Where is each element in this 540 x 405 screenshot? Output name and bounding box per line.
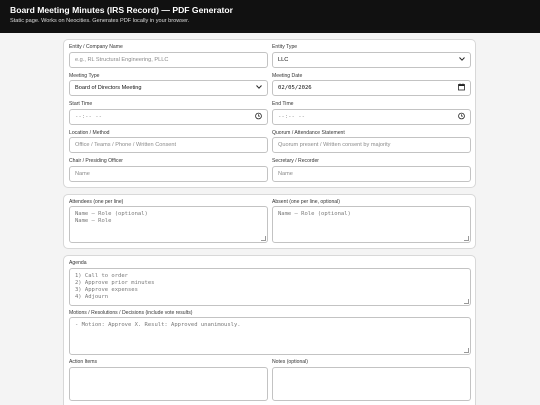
attendees-textarea[interactable]: Name — Role (optional) Name — Role — [69, 206, 268, 243]
agenda-label: Agenda — [69, 260, 87, 266]
resize-handle-icon[interactable] — [261, 236, 266, 241]
meeting-date-input[interactable]: 02/05/2026 — [272, 80, 471, 96]
clock-icon[interactable] — [458, 112, 465, 121]
location-label: Location / Method — [69, 129, 110, 136]
absent-placeholder: Name — Role (optional) — [278, 211, 351, 217]
page-header: Board Meeting Minutes (IRS Record) — PDF… — [0, 0, 540, 33]
notes-label: Notes (optional) — [272, 359, 308, 365]
motions-label: Motions / Resolutions / Decisions (inclu… — [69, 309, 193, 316]
quorum-input[interactable]: Quorum present / Written consent by majo… — [272, 137, 471, 153]
entity-type-select[interactable]: LLC — [272, 51, 471, 68]
agenda-card: Agenda 1) Call to order 2) Approve prior… — [63, 255, 476, 405]
meeting-type-value: Board of Directors Meeting — [75, 85, 142, 91]
secretary-input[interactable]: Name — [272, 165, 471, 182]
action-items-field: Action Items — [69, 359, 268, 401]
motions-placeholder: - Motion: Approve X. Result: Approved un… — [75, 322, 241, 328]
chair-placeholder: Name — [75, 170, 90, 177]
main-content: Entity / Company Name e.g., RL Structura… — [0, 33, 540, 405]
resize-handle-icon[interactable] — [464, 348, 469, 353]
end-time-label: End Time — [272, 101, 294, 107]
start-time-input[interactable]: --:-- -- — [69, 108, 268, 125]
quorum-field: Quorum / Attendance Statement Quorum pre… — [272, 129, 471, 153]
meeting-type-label: Meeting Type — [69, 72, 100, 79]
entity-name-placeholder: e.g., RL Structural Engineering, PLLC — [75, 56, 169, 63]
entity-name-field: Entity / Company Name e.g., RL Structura… — [69, 44, 268, 68]
absent-label: Absent (one per line, optional) — [272, 198, 340, 205]
absent-field: Absent (one per line, optional) Name — R… — [272, 198, 471, 243]
attendees-field: Attendees (one per line) Name — Role (op… — [69, 198, 268, 243]
end-time-field: End Time --:-- -- — [272, 101, 471, 125]
meeting-type-field: Meeting Type Board of Directors Meeting — [69, 72, 268, 96]
motions-field: Motions / Resolutions / Decisions (inclu… — [69, 309, 471, 355]
chair-field: Chair / Presiding Officer Name — [69, 158, 268, 182]
clock-icon[interactable] — [255, 112, 262, 121]
meeting-basics-card: Entity / Company Name e.g., RL Structura… — [63, 39, 476, 188]
secretary-label: Secretary / Recorder — [272, 158, 319, 164]
meeting-date-field: Meeting Date 02/05/2026 — [272, 72, 471, 96]
start-time-value: --:-- -- — [75, 113, 102, 120]
page-subtitle: Static page. Works on Neocities. Generat… — [10, 18, 190, 24]
attendees-placeholder: Name — Role (optional) Name — Role — [75, 211, 148, 225]
chevron-down-icon — [459, 56, 465, 63]
resize-handle-icon[interactable] — [464, 298, 469, 304]
attendees-label: Attendees (one per line) — [69, 198, 124, 205]
calendar-icon[interactable] — [458, 83, 465, 93]
notes-field: Notes (optional) — [272, 359, 471, 401]
motions-textarea[interactable]: - Motion: Approve X. Result: Approved un… — [69, 317, 471, 355]
entity-type-field: Entity Type LLC — [272, 44, 471, 68]
location-field: Location / Method Office / Teams / Phone… — [69, 129, 268, 153]
start-time-label: Start Time — [69, 101, 93, 107]
meeting-date-value: 02/05/2026 — [278, 85, 312, 91]
entity-name-input[interactable]: e.g., RL Structural Engineering, PLLC — [69, 51, 268, 68]
agenda-field: Agenda 1) Call to order 2) Approve prior… — [69, 260, 471, 306]
action-items-label: Action Items — [69, 359, 98, 365]
notes-textarea[interactable] — [272, 366, 471, 401]
page-title: Board Meeting Minutes (IRS Record) — PDF… — [10, 5, 233, 15]
resize-handle-icon[interactable] — [464, 236, 469, 241]
location-input[interactable]: Office / Teams / Phone / Written Consent — [69, 137, 268, 153]
action-items-textarea[interactable] — [69, 366, 268, 401]
quorum-placeholder: Quorum present / Written consent by majo… — [278, 142, 391, 148]
chair-label: Chair / Presiding Officer — [69, 158, 123, 164]
start-time-field: Start Time --:-- -- — [69, 101, 268, 125]
end-time-input[interactable]: --:-- -- — [272, 108, 471, 125]
secretary-field: Secretary / Recorder Name — [272, 158, 471, 182]
agenda-placeholder: 1) Call to order 2) Approve prior minute… — [75, 272, 155, 301]
end-time-value: --:-- -- — [278, 113, 305, 120]
location-placeholder: Office / Teams / Phone / Written Consent — [75, 142, 177, 148]
meeting-date-label: Meeting Date — [272, 72, 303, 79]
entity-name-label: Entity / Company Name — [69, 44, 123, 50]
absent-textarea[interactable]: Name — Role (optional) — [272, 206, 471, 243]
quorum-label: Quorum / Attendance Statement — [272, 129, 345, 136]
attendance-card: Attendees (one per line) Name — Role (op… — [63, 193, 476, 249]
agenda-textarea[interactable]: 1) Call to order 2) Approve prior minute… — [69, 267, 471, 306]
meeting-type-select[interactable]: Board of Directors Meeting — [69, 80, 268, 96]
chair-input[interactable]: Name — [69, 165, 268, 182]
secretary-placeholder: Name — [278, 170, 293, 177]
entity-type-label: Entity Type — [272, 44, 298, 50]
entity-type-value: LLC — [278, 56, 289, 63]
chevron-down-icon — [256, 85, 262, 91]
